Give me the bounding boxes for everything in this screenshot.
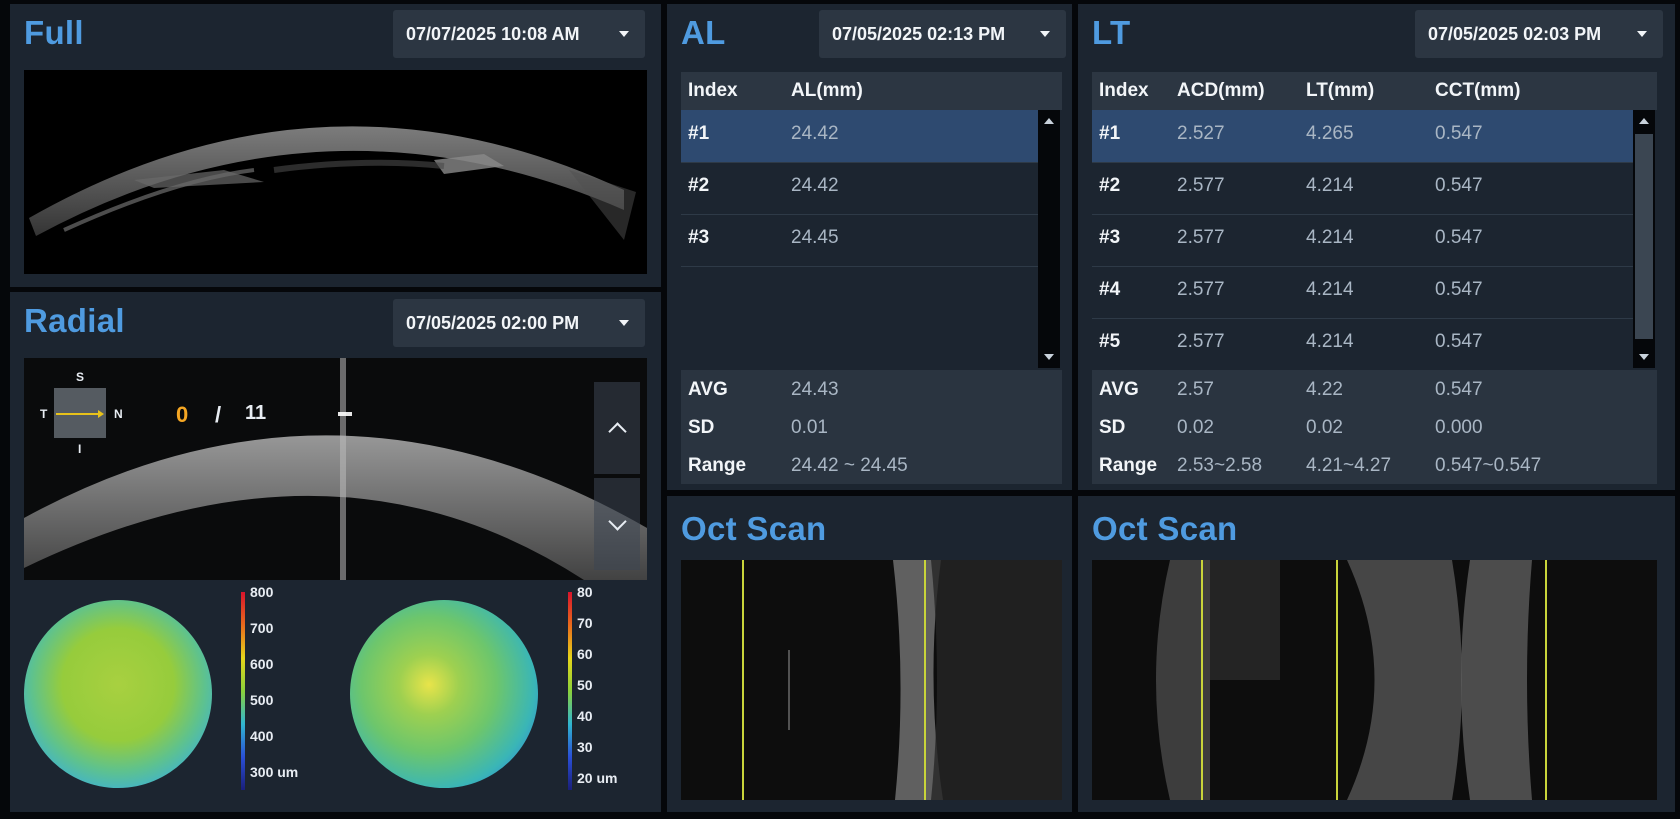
al-date-value: 07/05/2025 02:13 PM — [832, 23, 1006, 44]
lt-date-value: 07/05/2025 02:03 PM — [1428, 23, 1602, 44]
radial-date-value: 07/05/2025 02:00 PM — [406, 312, 580, 333]
scroll-up-button[interactable] — [594, 382, 640, 474]
oct-scan-panel-1: Oct Scan — [667, 496, 1072, 812]
summary-row-range: Range 24.42 ~ 24.45 — [688, 455, 908, 476]
table-row[interactable]: #1 2.527 4.265 0.547 — [1092, 110, 1633, 163]
summary-row-avg: AVG 2.57 4.22 0.547 — [1099, 379, 1483, 400]
colorbar-label: 700 — [250, 620, 274, 636]
al-date-dropdown[interactable]: 07/05/2025 02:13 PM — [819, 10, 1066, 58]
al-table-scrollbar[interactable] — [1038, 110, 1060, 368]
orientation-i: I — [78, 442, 82, 456]
colorbar-label: 80 — [577, 584, 593, 600]
scroll-down-icon[interactable] — [1639, 354, 1649, 360]
arrow-right-icon — [98, 410, 104, 418]
oct-scan-image-1 — [681, 560, 1062, 800]
orientation-arrow — [56, 413, 100, 415]
scan-index-current: 0 — [176, 402, 189, 427]
full-date-dropdown[interactable]: 07/07/2025 10:08 AM — [393, 10, 645, 58]
al-title: AL — [681, 14, 726, 51]
orientation-n: N — [114, 407, 123, 421]
scroll-up-icon[interactable] — [1639, 118, 1649, 124]
thickness-map-1 — [24, 600, 212, 788]
col-lt: LT(mm) — [1306, 80, 1375, 101]
thickness-map-2 — [350, 600, 538, 788]
colorbar-label: 20 um — [577, 770, 618, 786]
lt-table-body: #1 2.527 4.265 0.547 #2 2.577 4.214 0.54… — [1092, 110, 1633, 368]
orientation-s: S — [76, 370, 85, 384]
lt-panel: LT 07/05/2025 02:03 PM Index ACD(mm) LT(… — [1078, 4, 1675, 490]
chevron-down-icon — [1040, 31, 1050, 37]
colorbar-label: 30 — [577, 739, 593, 755]
chevron-down-icon — [619, 31, 629, 37]
full-panel: Full 07/07/2025 10:08 AM — [10, 4, 661, 287]
lt-summary: AVG 2.57 4.22 0.547 SD 0.02 0.02 0.000 R… — [1092, 370, 1657, 484]
table-row[interactable]: #2 2.577 4.214 0.547 — [1092, 162, 1633, 215]
chevron-down-icon — [619, 320, 629, 326]
lt-table-scrollbar[interactable] — [1633, 110, 1655, 368]
table-row[interactable]: #4 2.577 4.214 0.547 — [1092, 266, 1633, 319]
colorbar-label: 40 — [577, 708, 593, 724]
summary-row-range: Range 2.53~2.58 4.21~4.27 0.547~0.547 — [1099, 455, 1542, 476]
thickness-colorbar-2 — [568, 592, 572, 790]
al-panel: AL 07/05/2025 02:13 PM Index AL(mm) #1 2… — [667, 4, 1072, 490]
lt-table-header: Index ACD(mm) LT(mm) CCT(mm) — [1092, 72, 1657, 110]
oct-scan-title-1: Oct Scan — [681, 510, 827, 547]
colorbar-label: 600 — [250, 656, 274, 672]
colorbar-label: 800 — [250, 584, 274, 600]
scroll-down-icon[interactable] — [1044, 354, 1054, 360]
radial-date-dropdown[interactable]: 07/05/2025 02:00 PM — [393, 299, 645, 347]
colorbar-label: 300 um — [250, 764, 299, 780]
full-date-value: 07/07/2025 10:08 AM — [406, 23, 580, 44]
radial-oct-image: S T N I 0 / 11 — [24, 358, 647, 580]
colorbar-label: 500 — [250, 692, 274, 708]
chevron-up-icon — [607, 421, 627, 441]
table-row[interactable]: #5 2.577 4.214 0.547 — [1092, 318, 1633, 368]
al-table-body: #1 24.42 #2 24.42 #3 24.45 — [681, 110, 1038, 368]
colorbar-label: 50 — [577, 677, 593, 693]
full-oct-image — [24, 70, 647, 274]
summary-row-avg: AVG 24.43 — [688, 379, 839, 400]
table-row[interactable]: #1 24.42 — [681, 110, 1038, 163]
radial-panel: Radial 07/05/2025 02:00 PM S T N I 0 / 1… — [10, 292, 661, 812]
col-index: Index — [688, 80, 738, 101]
scroll-up-icon[interactable] — [1044, 118, 1054, 124]
col-index: Index — [1099, 80, 1149, 101]
oct-scan-title-2: Oct Scan — [1092, 510, 1238, 547]
radial-title: Radial — [24, 302, 125, 339]
summary-row-sd: SD 0.02 0.02 0.000 — [1099, 417, 1483, 438]
al-summary: AVG 24.43 SD 0.01 Range 24.42 ~ 24.45 — [681, 370, 1062, 484]
scroll-down-button[interactable] — [594, 478, 640, 570]
chevron-down-icon — [607, 511, 627, 531]
scrollbar-thumb[interactable] — [1635, 134, 1653, 339]
table-row[interactable]: #2 24.42 — [681, 162, 1038, 215]
al-table: Index AL(mm) #1 24.42 #2 24.42 #3 24.45 … — [681, 72, 1062, 484]
scan-index-sep: / — [215, 402, 222, 427]
full-title: Full — [24, 14, 84, 51]
col-al: AL(mm) — [791, 80, 863, 101]
colorbar-label: 60 — [577, 646, 593, 662]
col-cct: CCT(mm) — [1435, 80, 1521, 101]
thickness-colorbar-1 — [241, 592, 245, 790]
colorbar-label: 400 — [250, 728, 274, 744]
oct-scan-panel-2: Oct Scan — [1078, 496, 1675, 812]
lt-title: LT — [1092, 14, 1131, 51]
colorbar-label: 70 — [577, 615, 593, 631]
chevron-down-icon — [1637, 31, 1647, 37]
table-row[interactable]: #3 2.577 4.214 0.547 — [1092, 214, 1633, 267]
table-row[interactable]: #3 24.45 — [681, 214, 1038, 267]
summary-row-sd: SD 0.01 — [688, 417, 828, 438]
orientation-t: T — [40, 407, 48, 421]
lt-date-dropdown[interactable]: 07/05/2025 02:03 PM — [1415, 10, 1663, 58]
col-acd: ACD(mm) — [1177, 80, 1265, 101]
lt-table: Index ACD(mm) LT(mm) CCT(mm) #1 2.527 4.… — [1092, 72, 1657, 484]
al-table-header: Index AL(mm) — [681, 72, 1062, 110]
oct-scan-image-2 — [1092, 560, 1657, 800]
scan-index-total: 11 — [245, 402, 267, 424]
